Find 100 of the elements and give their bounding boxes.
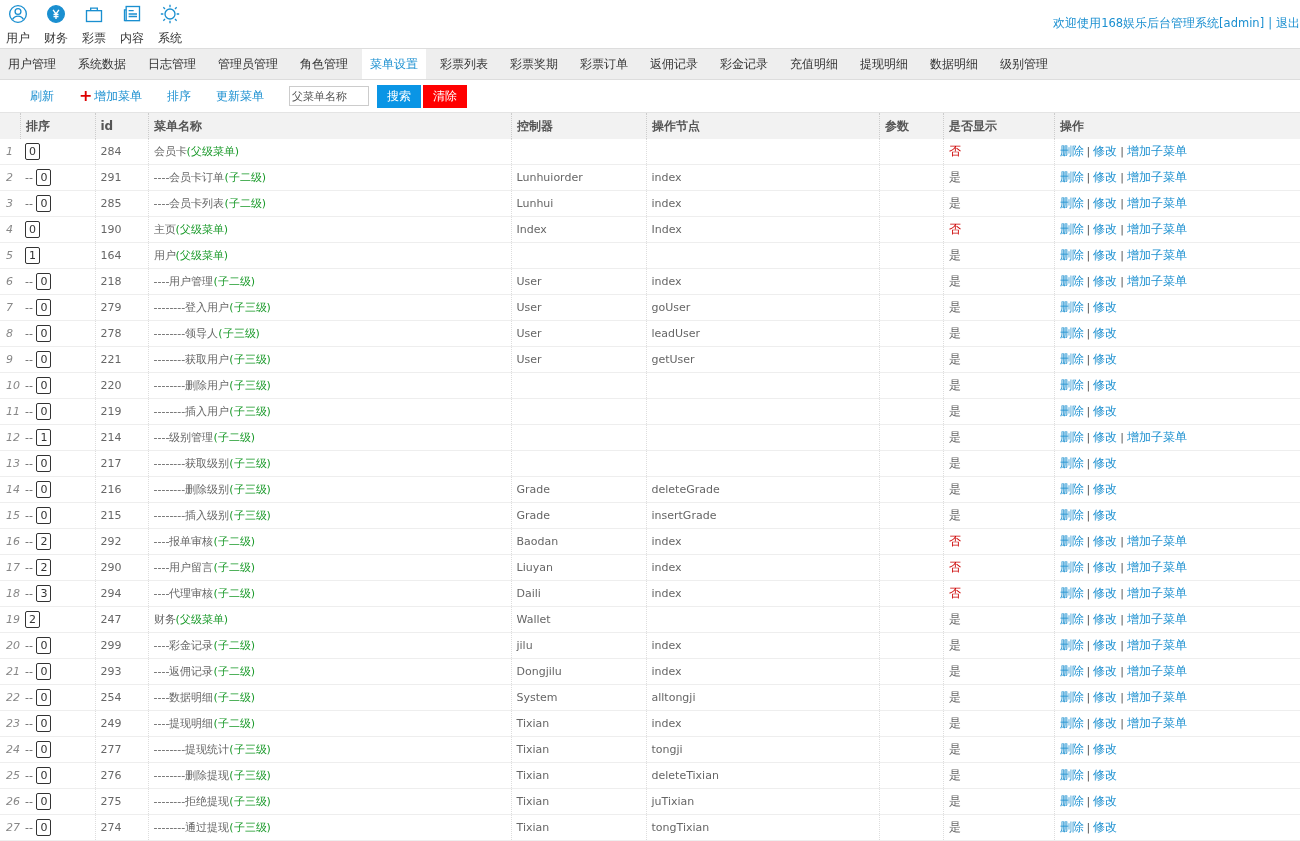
action-link[interactable]: 修改 — [1093, 222, 1118, 236]
action-link[interactable]: 修改 — [1093, 612, 1118, 626]
tab[interactable]: 系统数据 — [70, 49, 134, 79]
sort-field[interactable]: 0 — [36, 819, 52, 836]
sort-link[interactable]: 排序 — [167, 87, 192, 105]
tab[interactable]: 彩票列表 — [432, 49, 496, 79]
action-link[interactable]: 删除 — [1059, 586, 1084, 600]
action-link[interactable]: 增加子菜单 — [1126, 560, 1187, 574]
action-link[interactable]: 删除 — [1059, 638, 1084, 652]
action-link[interactable]: 删除 — [1059, 430, 1084, 444]
action-link[interactable]: 删除 — [1059, 820, 1084, 834]
action-link[interactable]: 删除 — [1059, 170, 1084, 184]
action-link[interactable]: 增加子菜单 — [1126, 430, 1187, 444]
action-link[interactable]: 增加子菜单 — [1126, 586, 1187, 600]
action-link[interactable]: 修改 — [1093, 820, 1118, 834]
action-link[interactable]: 修改 — [1093, 170, 1118, 184]
nav-item[interactable]: 用户 — [6, 4, 30, 47]
action-link[interactable]: 增加子菜单 — [1126, 170, 1187, 184]
action-link[interactable]: 增加子菜单 — [1126, 664, 1187, 678]
tab[interactable]: 管理员管理 — [210, 49, 286, 79]
logout-link[interactable]: 退出 — [1276, 16, 1300, 31]
action-link[interactable]: 删除 — [1059, 352, 1084, 366]
action-link[interactable]: 删除 — [1059, 482, 1084, 496]
action-link[interactable]: 删除 — [1059, 690, 1084, 704]
action-link[interactable]: 修改 — [1093, 430, 1118, 444]
action-link[interactable]: 修改 — [1093, 716, 1118, 730]
clear-button[interactable]: 清除 — [423, 84, 468, 108]
action-link[interactable]: 增加子菜单 — [1126, 248, 1187, 262]
action-link[interactable]: 修改 — [1093, 144, 1118, 158]
tab[interactable]: 充值明细 — [782, 49, 846, 79]
action-link[interactable]: 增加子菜单 — [1126, 638, 1187, 652]
tab[interactable]: 菜单设置 — [362, 49, 426, 79]
action-link[interactable]: 修改 — [1093, 768, 1118, 782]
action-link[interactable]: 删除 — [1059, 742, 1084, 756]
action-link[interactable]: 修改 — [1093, 742, 1118, 756]
sort-field[interactable]: 0 — [36, 299, 52, 316]
nav-item[interactable]: 财务 — [44, 4, 68, 47]
action-link[interactable]: 修改 — [1093, 404, 1118, 418]
action-link[interactable]: 删除 — [1059, 664, 1084, 678]
action-link[interactable]: 增加子菜单 — [1126, 196, 1187, 210]
sort-field[interactable]: 0 — [36, 793, 52, 810]
sort-field[interactable]: 0 — [36, 663, 52, 680]
search-field[interactable]: 父菜单名称 — [289, 86, 370, 106]
action-link[interactable]: 删除 — [1059, 456, 1084, 470]
action-link[interactable]: 删除 — [1059, 534, 1084, 548]
tab[interactable]: 彩金记录 — [712, 49, 776, 79]
sort-field[interactable]: 0 — [36, 325, 52, 342]
action-link[interactable]: 删除 — [1059, 196, 1084, 210]
sort-field[interactable]: 2 — [36, 559, 52, 576]
action-link[interactable]: 增加子菜单 — [1126, 274, 1187, 288]
action-link[interactable]: 增加子菜单 — [1126, 144, 1187, 158]
action-link[interactable]: 删除 — [1059, 794, 1084, 808]
tab[interactable]: 彩票订单 — [572, 49, 636, 79]
action-link[interactable]: 修改 — [1093, 534, 1118, 548]
tab[interactable]: 数据明细 — [922, 49, 986, 79]
action-link[interactable]: 增加子菜单 — [1126, 716, 1187, 730]
action-link[interactable]: 修改 — [1093, 508, 1118, 522]
tab[interactable]: 彩票奖期 — [502, 49, 566, 79]
action-link[interactable]: 修改 — [1093, 586, 1118, 600]
nav-item[interactable]: 彩票 — [82, 4, 106, 47]
action-link[interactable]: 删除 — [1059, 222, 1084, 236]
action-link[interactable]: 修改 — [1093, 300, 1118, 314]
action-link[interactable]: 增加子菜单 — [1126, 612, 1187, 626]
search-button[interactable]: 搜索 — [377, 84, 422, 108]
sort-field[interactable]: 0 — [36, 767, 52, 784]
sort-field[interactable]: 2 — [25, 611, 40, 628]
action-link[interactable]: 增加子菜单 — [1126, 690, 1187, 704]
action-link[interactable]: 修改 — [1093, 638, 1118, 652]
sort-field[interactable]: 1 — [36, 429, 52, 446]
action-link[interactable]: 修改 — [1093, 690, 1118, 704]
sort-field[interactable]: 0 — [36, 689, 52, 706]
action-link[interactable]: 删除 — [1059, 326, 1084, 340]
sort-field[interactable]: 0 — [36, 351, 52, 368]
action-link[interactable]: 修改 — [1093, 248, 1118, 262]
action-link[interactable]: 删除 — [1059, 300, 1084, 314]
add-menu-link[interactable]: +增加菜单 — [79, 87, 143, 105]
sort-field[interactable]: 1 — [25, 247, 40, 264]
action-link[interactable]: 删除 — [1059, 248, 1084, 262]
action-link[interactable]: 删除 — [1059, 508, 1084, 522]
nav-item[interactable]: 系统 — [158, 4, 182, 47]
tab[interactable]: 级别管理 — [992, 49, 1056, 79]
sort-field[interactable]: 0 — [36, 715, 52, 732]
sort-field[interactable]: 0 — [36, 741, 52, 758]
action-link[interactable]: 修改 — [1093, 352, 1118, 366]
sort-field[interactable]: 0 — [36, 273, 52, 290]
sort-field[interactable]: 0 — [36, 507, 52, 524]
tab[interactable]: 日志管理 — [140, 49, 204, 79]
sort-field[interactable]: 0 — [36, 169, 52, 186]
tab[interactable]: 用户管理 — [0, 49, 64, 79]
tab[interactable]: 提现明细 — [852, 49, 916, 79]
action-link[interactable]: 修改 — [1093, 794, 1118, 808]
action-link[interactable]: 修改 — [1093, 560, 1118, 574]
sort-field[interactable]: 0 — [36, 637, 52, 654]
action-link[interactable]: 增加子菜单 — [1126, 534, 1187, 548]
sort-field[interactable]: 3 — [36, 585, 52, 602]
sort-field[interactable]: 0 — [36, 377, 52, 394]
action-link[interactable]: 删除 — [1059, 716, 1084, 730]
action-link[interactable]: 删除 — [1059, 612, 1084, 626]
nav-item[interactable]: 内容 — [120, 4, 144, 47]
action-link[interactable]: 删除 — [1059, 404, 1084, 418]
